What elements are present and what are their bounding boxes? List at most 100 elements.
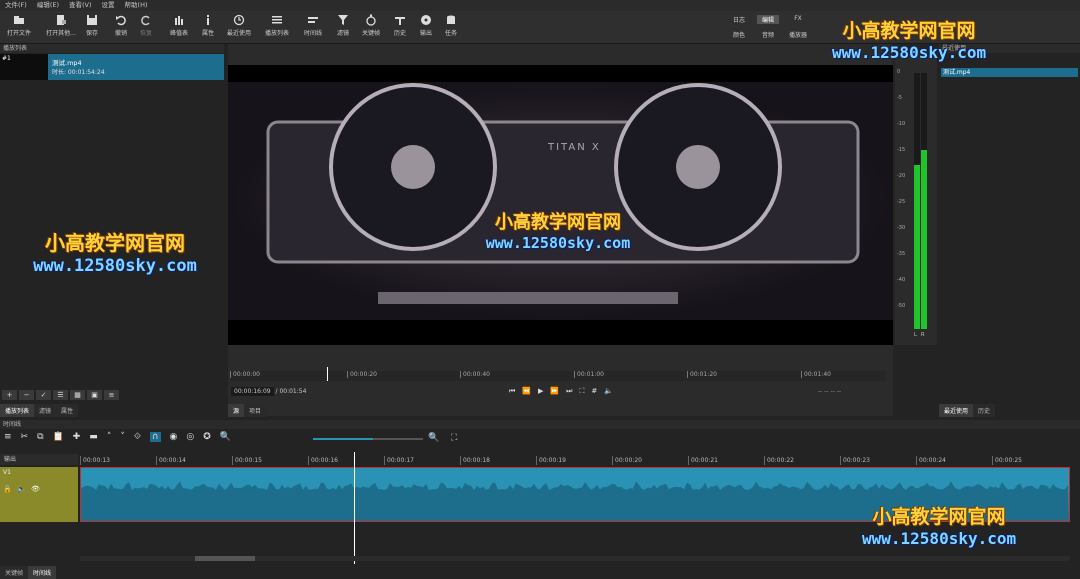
tab-timeline[interactable]: 时间线 (28, 566, 57, 579)
menu-button[interactable]: ≡ (104, 390, 119, 400)
video-overlay-text: TITAN X (548, 142, 601, 153)
recent-icon (233, 14, 245, 26)
player-playhead[interactable] (327, 367, 328, 381)
tab-keyframes[interactable]: 关键帧 (0, 566, 29, 579)
meter-right-bar (921, 149, 927, 329)
meter-right-track (921, 73, 927, 329)
ruler-label: 00:00:20 (347, 371, 377, 378)
remove-icon[interactable]: ▬ (89, 432, 98, 442)
rewind-icon[interactable]: ⏪ (522, 387, 531, 396)
layout-color[interactable]: 颜色 (728, 30, 750, 39)
menu-settings[interactable]: 设置 (102, 0, 115, 11)
recent-button[interactable]: 最近使用 (222, 14, 256, 37)
scrub-icon[interactable]: ◉ (170, 432, 178, 442)
player-ruler[interactable]: 00:00:00 00:00:20 00:00:40 00:01:00 00:0… (230, 367, 885, 381)
player-panel: TITAN X 小高教学网官网 www.12580sky.com 00:00:0… (228, 44, 893, 417)
tiles-view-button[interactable]: ▦ (70, 390, 85, 400)
timeline-tick-label: 00:00:21 (688, 456, 718, 465)
tab-history[interactable]: 历史 (973, 404, 996, 417)
icons-view-button[interactable]: ▣ (87, 390, 102, 400)
layout-audio[interactable]: 音频 (757, 30, 779, 39)
properties-button[interactable]: 属性 (191, 14, 225, 37)
playlist-tabs: 播放列表 滤镜 属性 (0, 404, 79, 417)
paste-icon[interactable]: 📋 (53, 432, 64, 442)
track-header-v1[interactable]: V1 🔒 🔈 👁 (0, 467, 78, 522)
tab-properties[interactable]: 属性 (56, 404, 79, 417)
zoom-in-icon[interactable]: 🔍 (428, 433, 439, 443)
timeline-menu-icon[interactable]: ≡ (4, 432, 12, 442)
item-duration: 时长: 00:01:54:24 (52, 69, 105, 76)
tab-filters[interactable]: 滤镜 (34, 404, 57, 417)
properties-label: 属性 (201, 30, 214, 37)
recent-item[interactable]: 测试.mp4 (941, 68, 1078, 77)
peak-meter-icon (175, 16, 183, 25)
lock-icon[interactable]: 🔒 (3, 485, 12, 493)
timeline-playhead[interactable] (354, 452, 355, 564)
playlist-button[interactable]: 播放列表 (260, 14, 294, 37)
timeline-button[interactable]: 时间线 (296, 14, 330, 37)
add-button[interactable]: + (2, 390, 17, 400)
timeline-ruler[interactable]: 00:00:13 00:00:14 00:00:15 00:00:16 00:00:17… (80, 456, 1070, 466)
copy-icon[interactable]: ⧉ (37, 432, 43, 442)
grid-icon[interactable]: # (591, 387, 597, 396)
skip-end-icon[interactable]: ⏭ (566, 387, 572, 396)
timeline-tick-label: 00:00:14 (156, 456, 186, 465)
watermark-cn: 小高教学网官网 (45, 231, 185, 255)
split-icon[interactable]: ⟐ (134, 432, 141, 442)
zoom-icon[interactable]: ⛶ (579, 387, 584, 396)
meter-left-track (914, 73, 920, 329)
update-button[interactable]: ✓ (36, 390, 51, 400)
ruler-label: 00:01:40 (801, 371, 831, 378)
append-icon[interactable]: ✚ (73, 432, 81, 442)
remove-button[interactable]: − (19, 390, 34, 400)
redo-label: 恢复 (139, 30, 152, 37)
open-file-button[interactable]: 打开文件 (2, 14, 36, 37)
volume-icon[interactable]: 🔈 (604, 387, 613, 396)
zoom-slider-fill (313, 438, 373, 440)
mute-icon[interactable]: 🔈 (17, 485, 26, 493)
overwrite-icon[interactable]: ˅ (120, 432, 125, 442)
menu-file[interactable]: 文件(F) (5, 0, 27, 11)
save-icon (87, 15, 97, 25)
history-icon (395, 17, 405, 25)
ripple-icon[interactable]: ◎ (186, 432, 194, 442)
layout-fx[interactable]: FX (787, 15, 809, 22)
tab-project[interactable]: 项目 (244, 404, 267, 417)
scrollbar-thumb[interactable] (195, 556, 255, 561)
zoom-fit-icon[interactable]: ⛶ (451, 433, 457, 443)
snap-icon[interactable]: ∩ (149, 432, 161, 442)
meter-scale-label: -40 (897, 277, 906, 283)
meter-right-label: R (921, 332, 925, 338)
meter-scale-label: -50 (897, 303, 906, 309)
timeline-scrollbar[interactable] (80, 556, 1070, 561)
layout-logging[interactable]: 日志 (728, 15, 750, 24)
jobs-button[interactable]: 任务 (434, 14, 468, 37)
redo-button[interactable]: 恢复 (129, 14, 163, 37)
open-other-button[interactable]: 打开其他... (44, 14, 78, 37)
ripple-all-icon[interactable]: ✪ (203, 432, 211, 442)
layout-editing[interactable]: 编辑 (757, 15, 779, 24)
skip-start-icon[interactable]: ⏮ (509, 387, 515, 396)
lift-icon[interactable]: ˄ (107, 432, 112, 442)
open-other-icon (57, 15, 66, 25)
details-view-button[interactable]: ☰ (53, 390, 68, 400)
tab-recent[interactable]: 最近使用 (939, 404, 974, 417)
tab-source[interactable]: 源 (228, 404, 245, 417)
zoom-out-icon[interactable]: 🔍 (220, 432, 231, 442)
playlist-label: 播放列表 (264, 30, 289, 37)
menu-edit[interactable]: 编辑(E) (37, 0, 59, 11)
menu-view[interactable]: 查看(V) (69, 0, 92, 11)
current-time[interactable]: 00:00:16:09 (231, 387, 274, 396)
visibility-icon[interactable]: 👁 (31, 485, 40, 493)
cut-icon[interactable]: ✂ (21, 432, 29, 442)
recent-tabs: 最近使用 历史 (939, 404, 996, 417)
item-name: 测试.mp4 (52, 59, 82, 67)
zoom-slider[interactable] (313, 438, 423, 440)
menu-help[interactable]: 帮助(H) (125, 0, 148, 11)
fast-forward-icon[interactable]: ⏩ (550, 387, 559, 396)
layout-player[interactable]: 播放器 (787, 30, 809, 39)
tab-playlist[interactable]: 播放列表 (0, 404, 35, 417)
watermark-bottom-right: 小高教学网官网 www.12580sky.com (862, 502, 1016, 548)
play-icon[interactable]: ▶ (538, 387, 543, 396)
playlist-item[interactable]: #1 测试.mp4 时长: 00:01:54:24 (0, 54, 224, 80)
